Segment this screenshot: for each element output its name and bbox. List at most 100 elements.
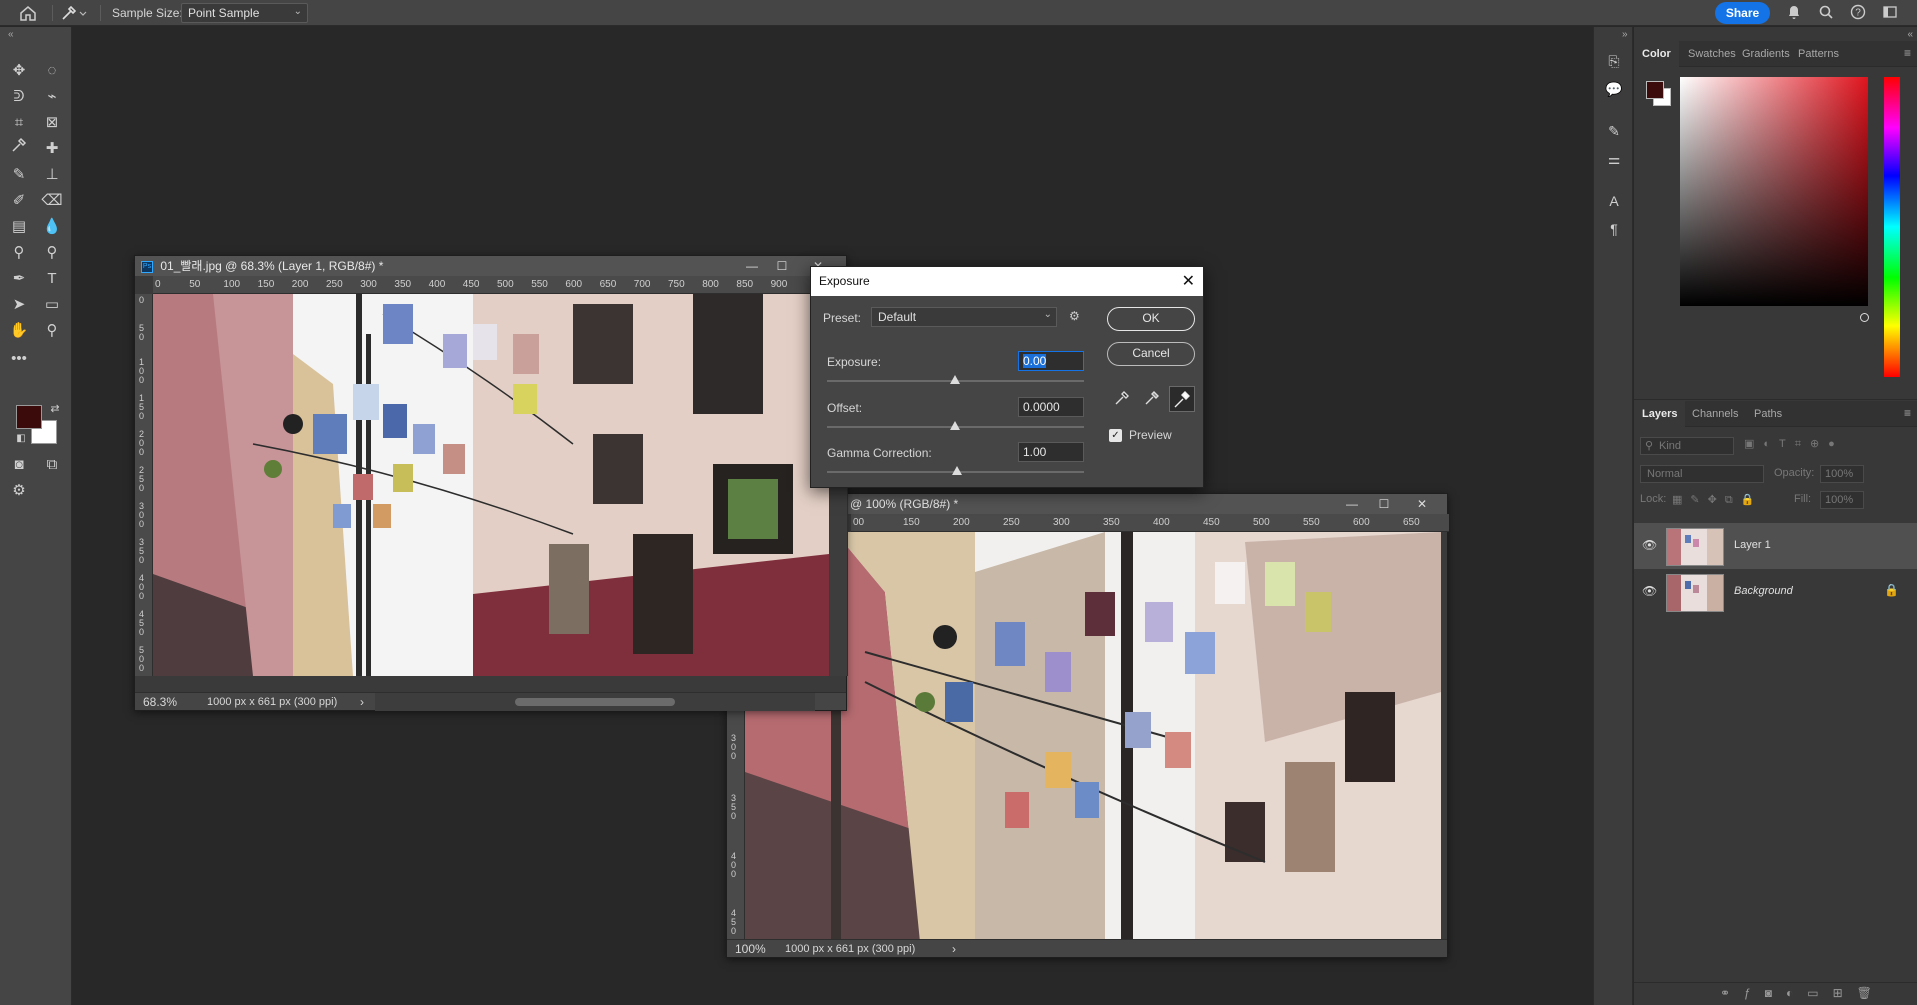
- layer-row-layer-1[interactable]: 👁 Layer 1: [1634, 523, 1917, 569]
- gray-point-eyedropper-icon[interactable]: [1143, 389, 1165, 411]
- frame-tool-icon[interactable]: ⊠: [39, 111, 65, 135]
- chevron-right-icon[interactable]: ›: [360, 693, 364, 711]
- dodge-tool-icon[interactable]: ⚲: [6, 241, 32, 265]
- share-button[interactable]: Share: [1715, 2, 1770, 24]
- brush-tool-icon[interactable]: ✎: [6, 163, 32, 187]
- zoom-tool-icon[interactable]: ⚲: [39, 319, 65, 343]
- color-saturation-field[interactable]: [1680, 77, 1869, 322]
- preview-checkbox[interactable]: ✓: [1109, 429, 1122, 442]
- document-1-zoom[interactable]: 68.3%: [143, 693, 177, 711]
- lock-options-icons[interactable]: ▦✎✥⧉🔒: [1672, 493, 1762, 507]
- crop-tool-icon[interactable]: ⌗: [6, 111, 32, 135]
- tab-patterns[interactable]: Patterns: [1790, 41, 1847, 67]
- minimize-icon[interactable]: —: [1339, 494, 1365, 514]
- path-select-tool-icon[interactable]: ➤: [6, 293, 32, 317]
- white-point-eyedropper-icon[interactable]: [1169, 386, 1195, 412]
- marquee-tool-icon[interactable]: ◌: [39, 59, 65, 83]
- maximize-icon[interactable]: ☐: [1371, 494, 1397, 514]
- healing-brush-tool-icon[interactable]: ✚: [39, 137, 65, 161]
- sample-size-select[interactable]: Point Sample ⌄: [181, 3, 308, 23]
- collapse-icon[interactable]: «: [8, 29, 14, 40]
- tab-layers[interactable]: Layers: [1634, 401, 1686, 427]
- close-icon[interactable]: ✕: [1182, 271, 1195, 291]
- search-icon[interactable]: [1816, 4, 1836, 22]
- type-tool-icon[interactable]: T: [39, 267, 65, 291]
- bell-icon[interactable]: [1784, 4, 1804, 22]
- character-panel-icon[interactable]: A: [1604, 193, 1624, 213]
- chevron-right-icon[interactable]: ›: [952, 940, 956, 958]
- move-tool-icon[interactable]: ✥: [6, 59, 32, 83]
- exposure-slider-thumb[interactable]: [950, 375, 960, 384]
- tab-channels[interactable]: Channels: [1684, 401, 1746, 427]
- gamma-slider-thumb[interactable]: [952, 466, 962, 475]
- sponge-tool-icon[interactable]: ⚲: [39, 241, 65, 265]
- eraser-tool-icon[interactable]: ⌫: [39, 189, 65, 213]
- maximize-icon[interactable]: ☐: [769, 256, 795, 276]
- adjustments-panel-icon[interactable]: ⚌: [1604, 151, 1624, 171]
- hand-tool-icon[interactable]: ✋: [6, 319, 32, 343]
- rectangle-tool-icon[interactable]: ▭: [39, 293, 65, 317]
- close-icon[interactable]: ✕: [1409, 494, 1435, 514]
- tab-color[interactable]: Color: [1634, 41, 1679, 67]
- eyedropper-tool-preset-icon[interactable]: [60, 4, 88, 22]
- eye-icon[interactable]: 👁: [1642, 538, 1658, 552]
- artboard-icon[interactable]: ⚙: [6, 479, 32, 503]
- more-tools-icon[interactable]: •••: [6, 347, 32, 371]
- color-picker-marker[interactable]: [1860, 313, 1869, 322]
- eye-icon[interactable]: 👁: [1642, 584, 1658, 598]
- tab-paths[interactable]: Paths: [1746, 401, 1790, 427]
- default-colors-icon[interactable]: ◧: [8, 427, 34, 451]
- cancel-button[interactable]: Cancel: [1107, 342, 1195, 366]
- layer-filter-icons[interactable]: ▣◐T⌗⊕●: [1744, 437, 1844, 451]
- history-brush-tool-icon[interactable]: ✐: [6, 189, 32, 213]
- opacity-input[interactable]: 100%: [1820, 465, 1864, 483]
- black-point-eyedropper-icon[interactable]: [1113, 389, 1135, 411]
- layer-filter-kind-select[interactable]: ⚲ Kind: [1640, 437, 1734, 455]
- brush-settings-icon[interactable]: ✎: [1604, 123, 1624, 143]
- preset-options-gear-icon[interactable]: ⚙: [1069, 309, 1087, 325]
- gradient-tool-icon[interactable]: ▤: [6, 215, 32, 239]
- exposure-input[interactable]: 0.00: [1018, 351, 1084, 371]
- screen-mode-icon[interactable]: ⧉: [39, 453, 65, 477]
- layer-row-background[interactable]: 👁 Background 🔒: [1634, 569, 1917, 615]
- hue-slider[interactable]: [1884, 77, 1900, 377]
- home-icon[interactable]: [18, 4, 38, 22]
- fill-input[interactable]: 100%: [1820, 491, 1864, 509]
- layer-actions-icons[interactable]: ⚭ƒ◙◐▭⊞🗑: [1720, 986, 1886, 1000]
- foreground-color-swatch[interactable]: [16, 405, 42, 429]
- panel-menu-icon[interactable]: ≡: [1904, 46, 1911, 60]
- layer-name[interactable]: Layer 1: [1734, 539, 1771, 551]
- stamp-tool-icon[interactable]: ⊥: [39, 163, 65, 187]
- pen-tool-icon[interactable]: ✒: [6, 267, 32, 291]
- ok-button[interactable]: OK: [1107, 307, 1195, 331]
- preset-select[interactable]: Default ⌄: [871, 307, 1057, 327]
- document-1-image[interactable]: [153, 294, 829, 676]
- tab-gradients[interactable]: Gradients: [1734, 41, 1798, 67]
- panel-menu-icon[interactable]: ≡: [1904, 406, 1911, 420]
- document-window-1[interactable]: Ps 01_빨래.jpg @ 68.3% (Layer 1, RGB/8#) *…: [134, 255, 848, 711]
- minimize-icon[interactable]: —: [739, 256, 765, 276]
- quick-select-tool-icon[interactable]: ⌁: [39, 85, 65, 109]
- help-icon[interactable]: ?: [1848, 4, 1868, 22]
- scrollbar-thumb[interactable]: [515, 698, 675, 706]
- blend-mode-select[interactable]: Normal: [1640, 465, 1764, 483]
- horizontal-scrollbar[interactable]: [375, 693, 815, 711]
- gamma-correction-input[interactable]: 1.00: [1018, 442, 1084, 462]
- document-2-image[interactable]: [745, 532, 1441, 942]
- workspace-icon[interactable]: [1880, 4, 1900, 22]
- collapse-icon[interactable]: «: [1907, 29, 1913, 40]
- offset-slider-thumb[interactable]: [950, 421, 960, 430]
- offset-input[interactable]: 0.0000: [1018, 397, 1084, 417]
- swap-colors-icon[interactable]: ⇄: [42, 397, 68, 421]
- paragraph-panel-icon[interactable]: ¶: [1604, 221, 1624, 241]
- quick-mask-icon[interactable]: ◙: [6, 453, 32, 477]
- layer-name[interactable]: Background: [1734, 585, 1793, 597]
- document-2-zoom[interactable]: 100%: [735, 940, 766, 958]
- lasso-tool-icon[interactable]: ᕲ: [6, 85, 32, 109]
- blur-tool-icon[interactable]: 💧: [39, 215, 65, 239]
- eyedropper-tool-icon[interactable]: [6, 137, 32, 161]
- comments-panel-icon[interactable]: 💬: [1604, 81, 1624, 101]
- color-panel-foreground-swatch[interactable]: [1646, 81, 1664, 99]
- collapse-icon[interactable]: »: [1622, 29, 1628, 40]
- history-panel-icon[interactable]: ⎘: [1604, 53, 1624, 73]
